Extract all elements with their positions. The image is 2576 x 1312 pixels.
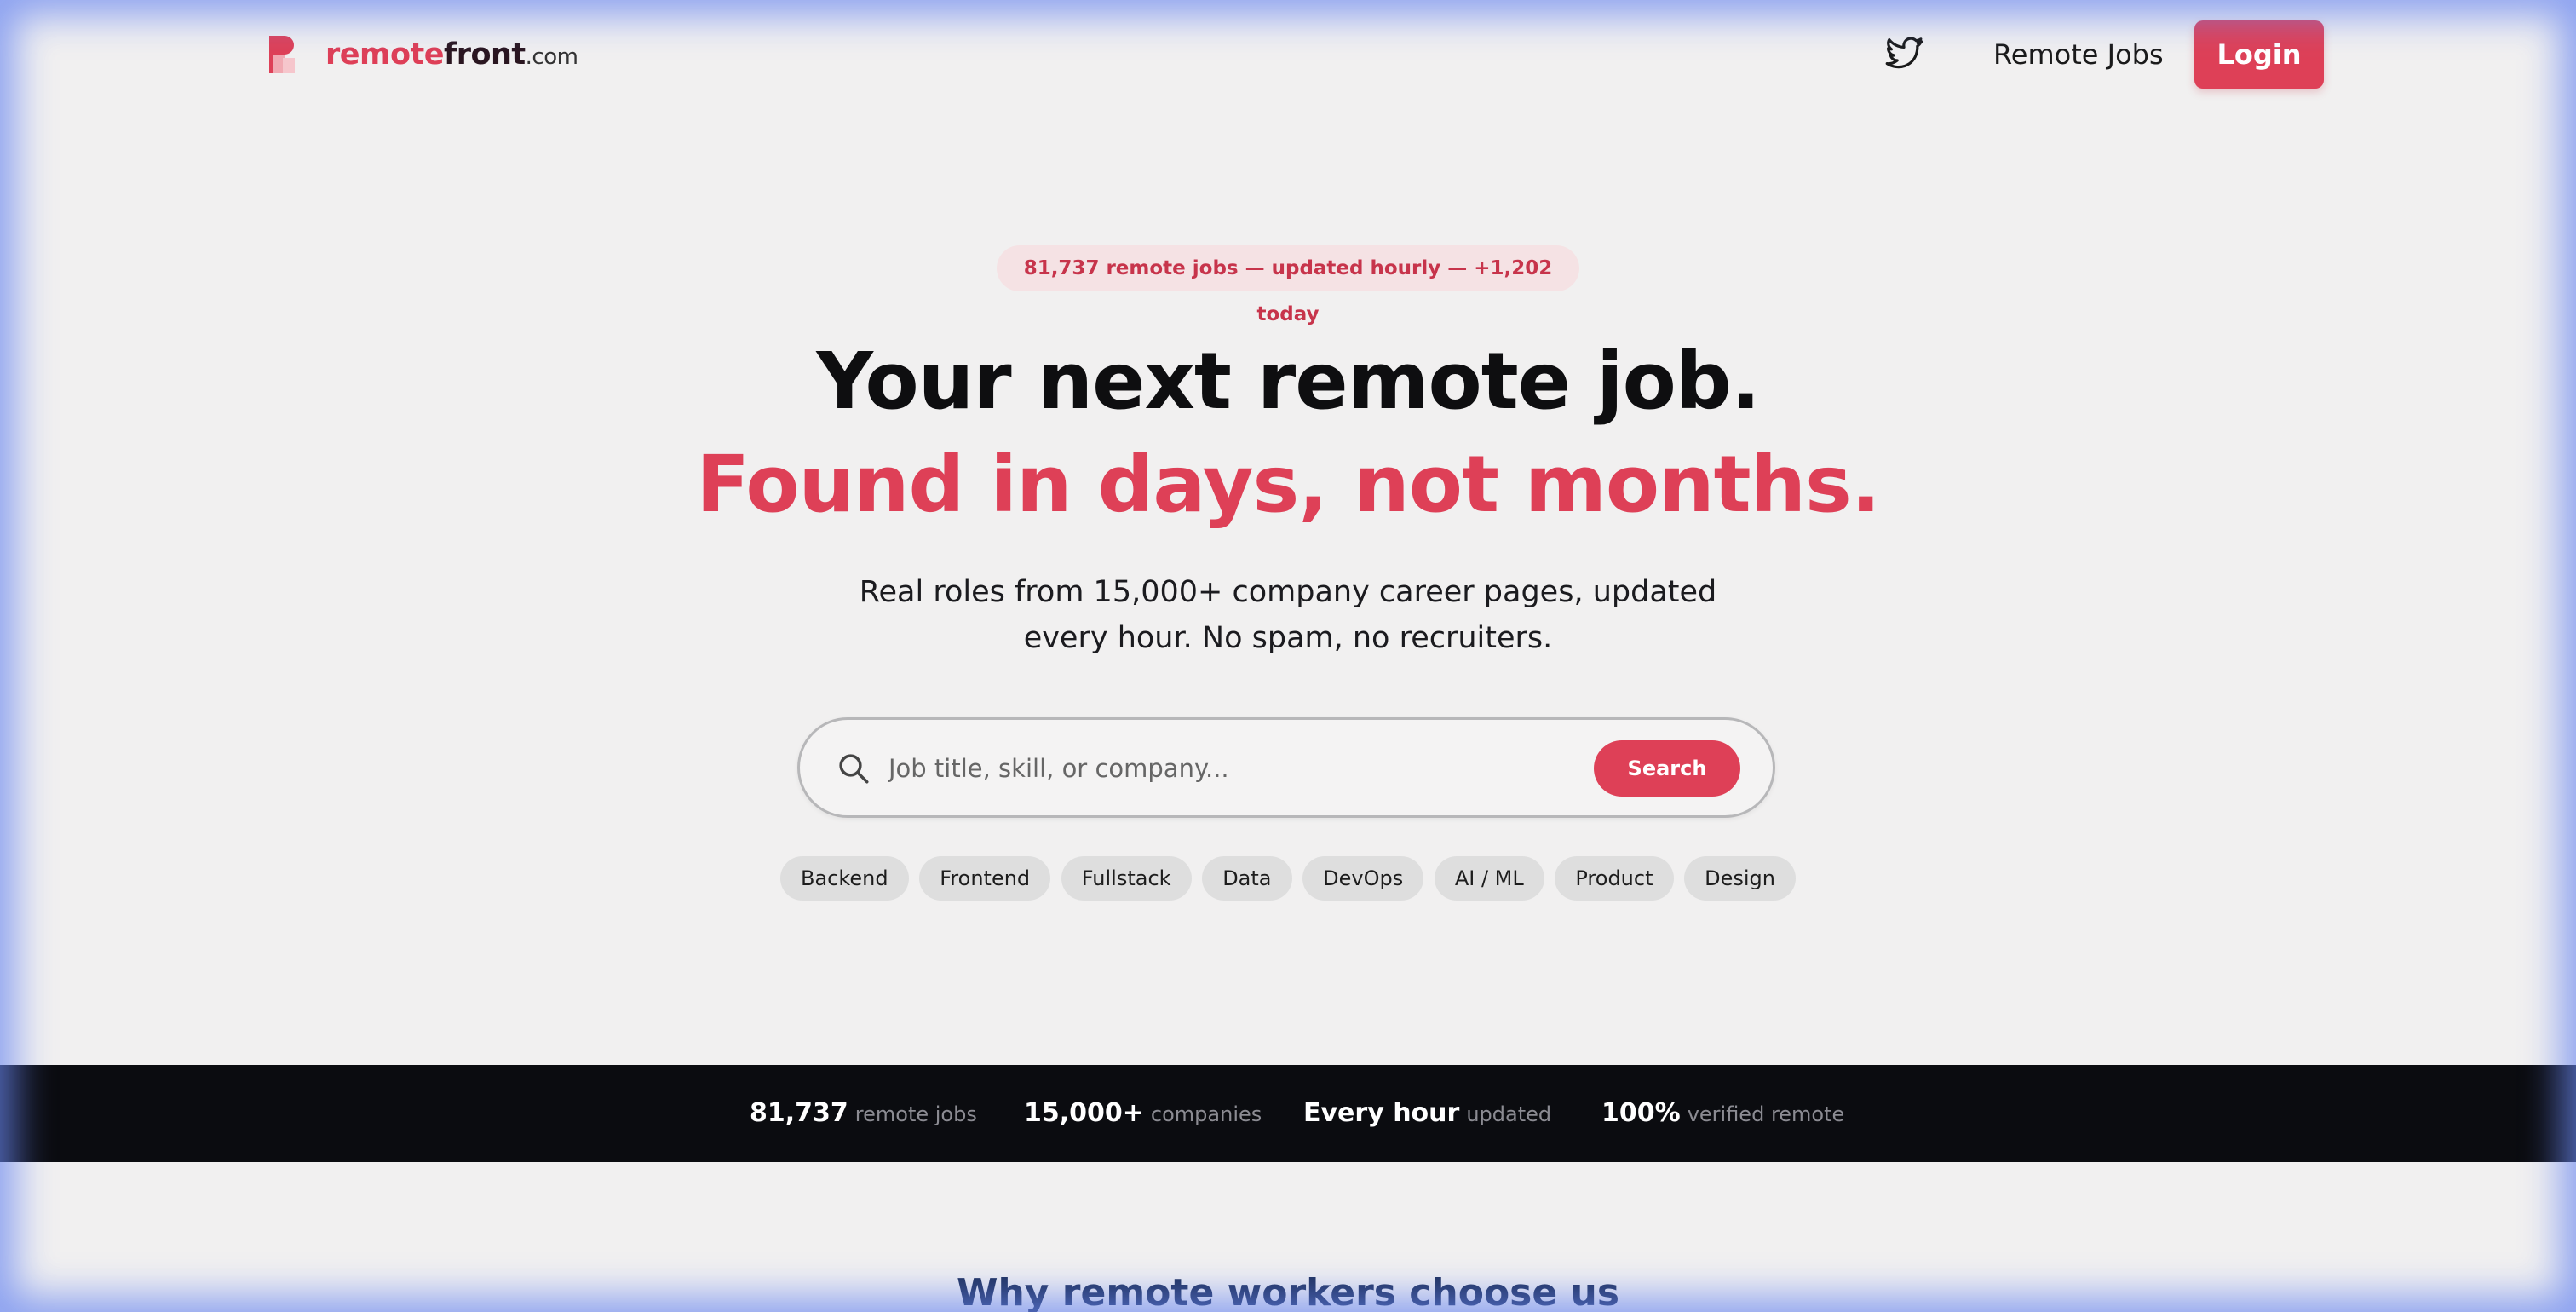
category-chip-frontend[interactable]: Frontend	[919, 856, 1051, 901]
stat-label: verified remote	[1687, 1102, 1845, 1126]
stat-label: remote jobs	[854, 1102, 977, 1126]
logo-icon	[266, 34, 303, 75]
stat-value: Every hour	[1303, 1098, 1460, 1128]
logo-brand-red: remote	[325, 37, 444, 72]
stat-label: companies	[1150, 1102, 1262, 1126]
search-icon	[836, 751, 871, 786]
logo-tld: .com	[525, 44, 578, 70]
logo-link[interactable]: remotefront.com	[266, 32, 578, 77]
search-bar: Search	[797, 717, 1775, 818]
category-chip-design[interactable]: Design	[1684, 856, 1796, 901]
stat-jobs: 81,737 remote jobs	[750, 1065, 977, 1165]
logo-wordmark: remotefront.com	[325, 37, 578, 72]
stat-value: 15,000+	[1024, 1098, 1144, 1128]
hero-headline-line2: Found in days, not months.	[696, 439, 1881, 530]
category-chip-data[interactable]: Data	[1202, 856, 1292, 901]
stat-value: 81,737	[750, 1098, 848, 1128]
stat-companies: 15,000+ companies	[1024, 1065, 1262, 1165]
login-button[interactable]: Login	[2194, 20, 2324, 89]
page: remotefront.com Remote Jobs Login 81,737…	[0, 0, 2576, 1312]
jobs-count-badge: 81,737 remote jobs — updated hourly — +1…	[997, 245, 1579, 325]
category-chip-backend[interactable]: Backend	[780, 856, 909, 901]
site-header: remotefront.com Remote Jobs Login	[0, 20, 2576, 89]
stat-verified: 100% verified remote	[1601, 1065, 1844, 1165]
category-chip-devops[interactable]: DevOps	[1302, 856, 1424, 901]
search-input[interactable]	[887, 740, 1521, 797]
stats-band: 81,737 remote jobs 15,000+ companies Every…	[0, 1065, 2576, 1162]
stat-updated: Every hour updated	[1303, 1065, 1551, 1165]
category-chips: Backend Frontend Fullstack Data DevOps A…	[780, 856, 1796, 901]
stat-label: updated	[1466, 1102, 1552, 1126]
section-title: Why remote workers choose us	[956, 1271, 1620, 1312]
logo-brand-dark: front	[443, 37, 526, 72]
category-chip-product[interactable]: Product	[1555, 856, 1674, 901]
category-chip-ai-ml[interactable]: AI / ML	[1434, 856, 1544, 901]
stat-value: 100%	[1601, 1098, 1681, 1128]
category-chip-fullstack[interactable]: Fullstack	[1061, 856, 1192, 901]
nav-remote-jobs-link[interactable]: Remote Jobs	[1993, 36, 2164, 73]
hero-headline-line1: Your next remote job.	[816, 336, 1760, 427]
hero-subtitle: Real roles from 15,000+ company career p…	[859, 575, 1717, 655]
twitter-icon[interactable]	[1884, 34, 1925, 75]
search-button[interactable]: Search	[1594, 740, 1740, 797]
